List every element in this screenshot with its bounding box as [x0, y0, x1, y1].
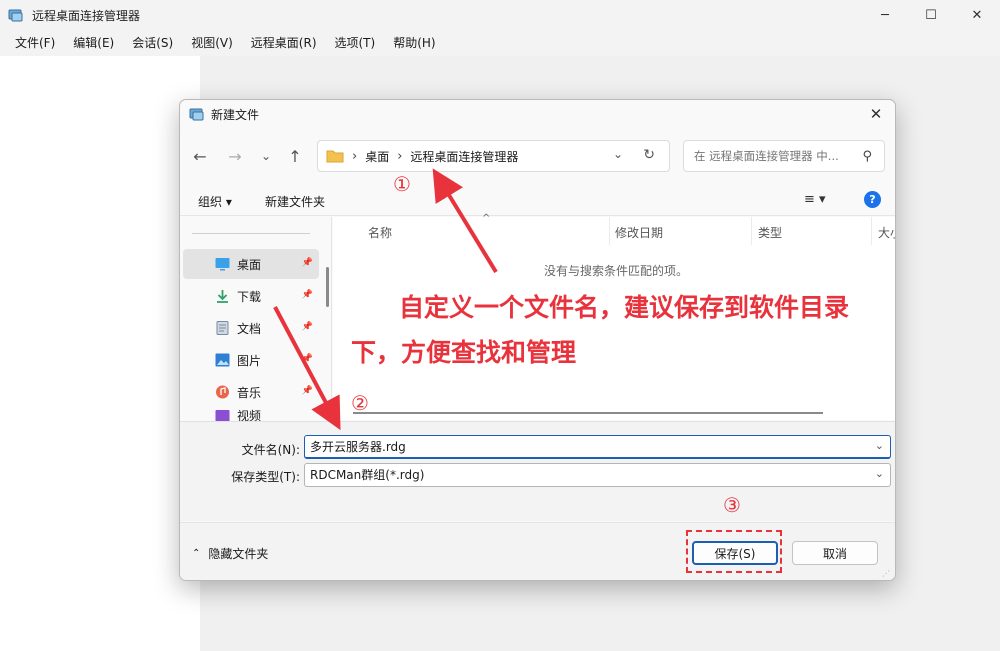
breadcrumb-rdcman[interactable]: 远程桌面连接管理器	[410, 148, 518, 165]
address-dropdown-chevron-icon[interactable]: ⌄	[613, 147, 623, 161]
documents-icon	[215, 321, 230, 335]
filename-input[interactable]	[305, 439, 860, 454]
nav-label: 文档	[237, 321, 262, 336]
minimize-button[interactable]: ─	[862, 0, 908, 30]
chevron-up-icon: ⌃	[192, 548, 201, 559]
hide-folders-toggle[interactable]: ⌃ 隐藏文件夹	[192, 545, 268, 562]
filetype-select[interactable]: RDCMan群组(*.rdg) ⌄	[304, 463, 891, 487]
save-fields-panel: 文件名(N): ⌄ 保存类型(T): RDCMan群组(*.rdg) ⌄	[180, 421, 895, 521]
horizontal-scrollbar[interactable]	[353, 412, 823, 414]
rdcman-app-icon	[8, 7, 24, 23]
navigation-pane: 桌面 📌 下载 📌 文档 📌 图片 📌 音乐 📌 视频	[180, 217, 332, 421]
pictures-icon	[215, 353, 230, 367]
nav-item-documents[interactable]: 文档 📌	[183, 313, 319, 343]
pin-icon: 📌	[301, 290, 313, 300]
filetype-dropdown-chevron-icon[interactable]: ⌄	[875, 467, 884, 480]
window-controls: ─ ☐ ✕	[862, 0, 1000, 30]
search-input[interactable]	[694, 149, 844, 163]
new-folder-button[interactable]: 新建文件夹	[265, 193, 325, 210]
empty-message: 没有与搜索条件匹配的项。	[544, 264, 689, 278]
refresh-icon[interactable]: ↻	[643, 147, 655, 163]
pin-icon: 📌	[301, 354, 313, 364]
filename-field[interactable]: ⌄	[304, 435, 891, 459]
filetype-value: RDCMan群组(*.rdg)	[310, 468, 425, 482]
menu-file[interactable]: 文件(F)	[6, 30, 64, 56]
pin-icon: 📌	[301, 322, 313, 332]
desktop-icon	[215, 257, 230, 271]
rdcman-dialog-icon	[189, 106, 205, 122]
nav-label: 下载	[237, 289, 262, 304]
breadcrumb-desktop[interactable]: 桌面	[365, 148, 389, 165]
cancel-button[interactable]: 取消	[792, 541, 878, 565]
menu-session[interactable]: 会话(S)	[123, 30, 182, 56]
up-arrow-icon[interactable]: ↑	[283, 144, 307, 168]
nav-label: 桌面	[237, 257, 262, 272]
menu-view[interactable]: 视图(V)	[182, 30, 242, 56]
dialog-close-button[interactable]: ✕	[863, 102, 889, 126]
dialog-footer: ⌃ 隐藏文件夹 保存(S) 取消 ⋰	[180, 522, 895, 580]
app-menubar: 文件(F) 编辑(E) 会话(S) 视图(V) 远程桌面(R) 选项(T) 帮助…	[0, 30, 1000, 56]
download-icon	[215, 289, 230, 303]
hide-folders-label: 隐藏文件夹	[208, 547, 269, 561]
maximize-button[interactable]: ☐	[908, 0, 954, 30]
nav-item-videos[interactable]: 视频	[183, 409, 319, 421]
dialog-title: 新建文件	[211, 107, 260, 122]
menu-help[interactable]: 帮助(H)	[384, 30, 444, 56]
navigation-bar: ← → ⌄ ↑ › 桌面 › 远程桌面连接管理器 ⌄ ↻ ⚲	[180, 136, 895, 176]
nav-item-downloads[interactable]: 下载 📌	[183, 281, 319, 311]
column-date-modified[interactable]: 修改日期	[615, 224, 663, 241]
pin-icon: 📌	[301, 258, 313, 268]
nav-label: 音乐	[237, 385, 262, 400]
filename-dropdown-chevron-icon[interactable]: ⌄	[875, 439, 884, 452]
forward-arrow-icon[interactable]: →	[223, 144, 247, 168]
app-title: 远程桌面连接管理器	[32, 8, 141, 23]
breadcrumb-separator-icon: ›	[397, 148, 403, 164]
nav-label: 图片	[237, 353, 262, 368]
search-icon[interactable]: ⚲	[862, 149, 872, 164]
menu-remote-desktop[interactable]: 远程桌面(R)	[242, 30, 326, 56]
folder-icon	[326, 149, 344, 163]
nav-item-music[interactable]: 音乐 📌	[183, 377, 319, 407]
dialog-titlebar: 新建文件 ✕	[180, 100, 895, 128]
column-type[interactable]: 类型	[758, 224, 782, 241]
breadcrumb-separator-icon: ›	[352, 148, 358, 164]
command-bar: 组织 ▾ 新建文件夹 ≡ ▾ ?	[180, 186, 895, 216]
close-button[interactable]: ✕	[954, 0, 1000, 30]
menu-options[interactable]: 选项(T)	[326, 30, 385, 56]
recent-locations-chevron-icon[interactable]: ⌄	[254, 144, 278, 168]
app-titlebar: 远程桌面连接管理器 ─ ☐ ✕	[0, 0, 1000, 30]
column-name[interactable]: 名称	[368, 224, 392, 241]
annotation-instruction: 自定义一个文件名，建议保存到软件目录下，方便查找和管理	[351, 293, 850, 367]
music-icon	[215, 385, 230, 399]
filetype-label: 保存类型(T):	[231, 470, 300, 484]
view-options-icon[interactable]: ≡ ▾	[804, 192, 826, 207]
nav-item-desktop[interactable]: 桌面 📌	[183, 249, 319, 279]
column-divider	[871, 217, 872, 245]
menu-edit[interactable]: 编辑(E)	[64, 30, 123, 56]
nav-item-pictures[interactable]: 图片 📌	[183, 345, 319, 375]
server-tree-pane[interactable]	[0, 56, 200, 651]
column-divider	[751, 217, 752, 245]
column-divider	[609, 217, 610, 245]
resize-grip-icon[interactable]: ⋰	[882, 569, 892, 579]
help-icon[interactable]: ?	[864, 191, 881, 208]
nav-scrollbar[interactable]	[326, 267, 329, 307]
filename-label: 文件名(N):	[241, 443, 300, 457]
save-button-highlight-box	[686, 530, 782, 573]
videos-icon	[215, 409, 230, 421]
nav-divider	[192, 233, 310, 234]
back-arrow-icon[interactable]: ←	[188, 144, 212, 168]
organize-button[interactable]: 组织 ▾	[198, 193, 232, 210]
column-size[interactable]: 大小	[878, 224, 895, 241]
sort-ascending-icon: ^	[482, 213, 491, 224]
search-box[interactable]: ⚲	[683, 140, 885, 172]
pin-icon: 📌	[301, 386, 313, 396]
nav-label: 视频	[237, 409, 262, 421]
address-bar[interactable]: › 桌面 › 远程桌面连接管理器 ⌄ ↻	[317, 140, 670, 172]
